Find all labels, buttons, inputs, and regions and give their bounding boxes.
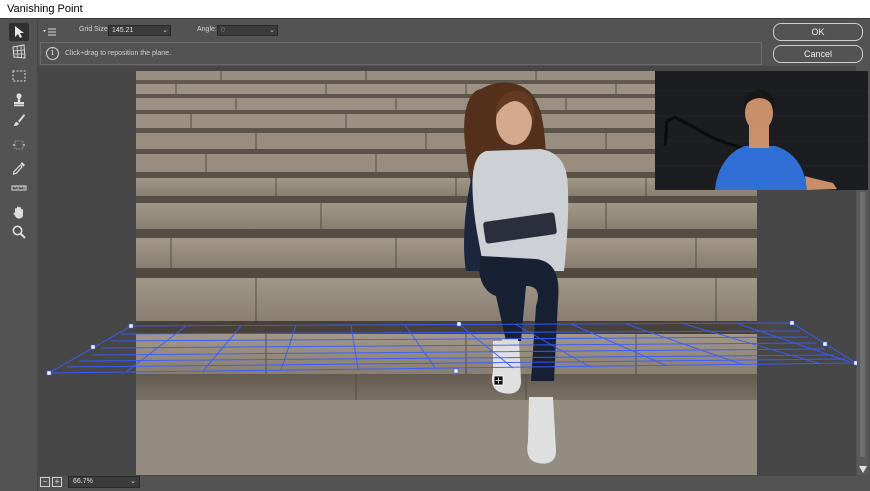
cancel-button[interactable]: Cancel — [773, 45, 863, 63]
vanishing-point-window: Vanishing Point Grid Size: 145.21 ⌄ Angl… — [0, 0, 870, 491]
options-bar: Grid Size: 145.21 ⌄ Angle: 0 ⌄ — [38, 19, 768, 42]
info-bar: i Click+drag to reposition the plane. — [40, 42, 762, 65]
grid-size-value: 145.21 — [112, 27, 134, 34]
vertical-scrollbar[interactable] — [857, 190, 868, 475]
chevron-down-icon: ⌄ — [162, 27, 168, 34]
scrollbar-thumb[interactable] — [860, 192, 865, 457]
grid-menu-icon[interactable] — [43, 25, 57, 36]
eyedropper-tool-icon[interactable] — [9, 159, 29, 177]
transform-tool-icon[interactable] — [9, 136, 29, 154]
zoom-level-value: 66.7% — [73, 478, 93, 485]
presenter-webcam-overlay — [655, 71, 868, 190]
zoom-bar: − + 66.7% ⌄ — [38, 476, 870, 491]
edit-plane-tool-icon[interactable] — [9, 23, 29, 41]
window-title: Vanishing Point — [7, 3, 83, 15]
ok-button[interactable]: OK — [773, 23, 863, 41]
hand-tool-icon[interactable] — [9, 203, 29, 221]
info-message: Click+drag to reposition the plane. — [65, 50, 172, 57]
zoom-tool-icon[interactable] — [9, 223, 29, 241]
angle-value: 0 — [221, 27, 225, 34]
create-plane-tool-icon[interactable] — [9, 43, 29, 61]
title-bar: Vanishing Point — [0, 0, 870, 19]
chevron-down-icon: ⌄ — [130, 478, 136, 485]
chevron-down-icon: ⌄ — [269, 27, 275, 34]
tools-panel — [0, 19, 38, 491]
zoom-out-button[interactable]: − — [40, 477, 50, 487]
angle-input[interactable]: 0 ⌄ — [217, 25, 278, 36]
grid-size-label: Grid Size: — [79, 26, 110, 33]
info-icon: i — [46, 47, 59, 60]
marquee-tool-icon[interactable] — [9, 67, 29, 85]
scroll-down-arrow-icon[interactable] — [859, 466, 867, 473]
stamp-tool-icon[interactable] — [9, 91, 29, 109]
zoom-in-button[interactable]: + — [52, 477, 62, 487]
angle-label: Angle: — [197, 26, 217, 33]
measure-tool-icon[interactable] — [9, 179, 29, 197]
brush-tool-icon[interactable] — [9, 111, 29, 129]
zoom-level-select[interactable]: 66.7% ⌄ — [68, 476, 140, 488]
grid-size-input[interactable]: 145.21 ⌄ — [108, 25, 171, 36]
